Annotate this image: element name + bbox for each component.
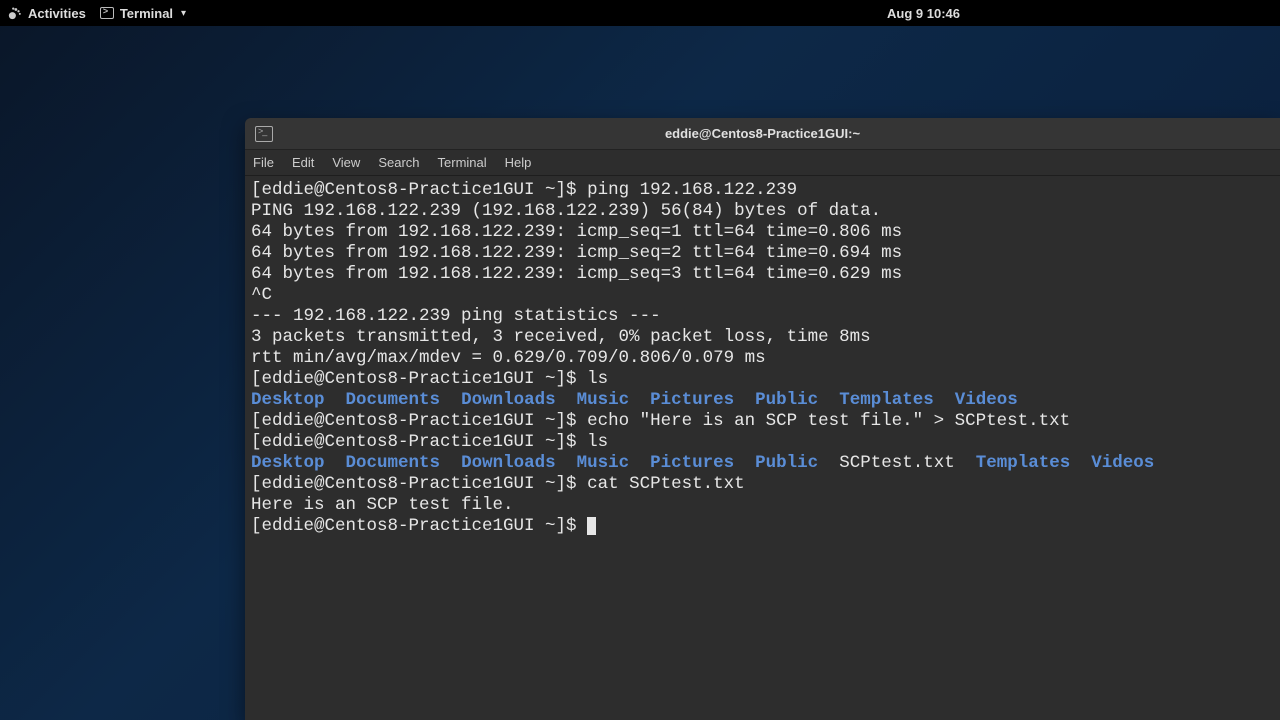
dir-entry: Templates xyxy=(976,453,1071,473)
dir-entry: Pictures xyxy=(650,453,734,473)
clock[interactable]: Aug 9 10:46 xyxy=(887,6,960,21)
output-line: ^C xyxy=(251,285,272,305)
dir-entry: Videos xyxy=(1091,453,1154,473)
cmd-text: ls xyxy=(587,369,608,389)
output-line: 64 bytes from 192.168.122.239: icmp_seq=… xyxy=(251,243,902,263)
terminal-window: eddie@Centos8-Practice1GUI:~ File Edit V… xyxy=(245,118,1280,720)
output-line: 64 bytes from 192.168.122.239: icmp_seq=… xyxy=(251,264,902,284)
cmd-text: echo "Here is an SCP test file." > SCPte… xyxy=(587,411,1070,431)
prompt: [eddie@Centos8-Practice1GUI ~]$ xyxy=(251,516,587,536)
output-line: 64 bytes from 192.168.122.239: icmp_seq=… xyxy=(251,222,902,242)
output-line: 3 packets transmitted, 3 received, 0% pa… xyxy=(251,327,871,347)
dir-entry: Public xyxy=(755,390,818,410)
dir-entry: Pictures xyxy=(650,390,734,410)
dir-entry: Videos xyxy=(955,390,1018,410)
output-line: rtt min/avg/max/mdev = 0.629/0.709/0.806… xyxy=(251,348,766,368)
cmd-text: ls xyxy=(587,432,608,452)
dir-entry: Documents xyxy=(346,390,441,410)
activities-label: Activities xyxy=(28,6,86,21)
cmd-text: cat SCPtest.txt xyxy=(587,474,745,494)
app-menu[interactable]: Terminal ▾ xyxy=(100,6,186,21)
chevron-down-icon: ▾ xyxy=(181,8,186,19)
prompt: [eddie@Centos8-Practice1GUI ~]$ xyxy=(251,369,587,389)
menu-edit[interactable]: Edit xyxy=(292,155,314,170)
dir-entry: Desktop xyxy=(251,453,325,473)
cursor xyxy=(587,517,596,535)
gnome-foot-icon xyxy=(8,6,22,20)
window-title: eddie@Centos8-Practice1GUI:~ xyxy=(665,126,860,141)
prompt: [eddie@Centos8-Practice1GUI ~]$ xyxy=(251,432,587,452)
menu-terminal[interactable]: Terminal xyxy=(438,155,487,170)
menu-search[interactable]: Search xyxy=(378,155,419,170)
menu-view[interactable]: View xyxy=(332,155,360,170)
menu-file[interactable]: File xyxy=(253,155,274,170)
dir-entry: Downloads xyxy=(461,390,556,410)
dir-entry: Documents xyxy=(346,453,441,473)
dir-entry: Templates xyxy=(839,390,934,410)
prompt: [eddie@Centos8-Practice1GUI ~]$ xyxy=(251,180,587,200)
file-entry: SCPtest.txt xyxy=(839,453,955,473)
dir-entry: Downloads xyxy=(461,453,556,473)
output-line: --- 192.168.122.239 ping statistics --- xyxy=(251,306,661,326)
cmd-text: ping 192.168.122.239 xyxy=(587,180,797,200)
output-line: PING 192.168.122.239 (192.168.122.239) 5… xyxy=(251,201,881,221)
dir-entry: Public xyxy=(755,453,818,473)
activities-button[interactable]: Activities xyxy=(8,6,86,21)
window-titlebar[interactable]: eddie@Centos8-Practice1GUI:~ xyxy=(245,118,1280,150)
menu-help[interactable]: Help xyxy=(505,155,532,170)
app-name-label: Terminal xyxy=(120,6,173,21)
terminal-icon xyxy=(100,7,114,19)
gnome-topbar: Activities Terminal ▾ Aug 9 10:46 xyxy=(0,0,1280,26)
dir-entry: Music xyxy=(577,390,630,410)
terminal-app-icon xyxy=(255,126,273,142)
prompt: [eddie@Centos8-Practice1GUI ~]$ xyxy=(251,411,587,431)
terminal-body[interactable]: [eddie@Centos8-Practice1GUI ~]$ ping 192… xyxy=(245,176,1280,720)
clock-label: Aug 9 10:46 xyxy=(887,6,960,21)
output-line: Here is an SCP test file. xyxy=(251,495,514,515)
prompt: [eddie@Centos8-Practice1GUI ~]$ xyxy=(251,474,587,494)
dir-entry: Desktop xyxy=(251,390,325,410)
menubar: File Edit View Search Terminal Help xyxy=(245,150,1280,176)
dir-entry: Music xyxy=(577,453,630,473)
